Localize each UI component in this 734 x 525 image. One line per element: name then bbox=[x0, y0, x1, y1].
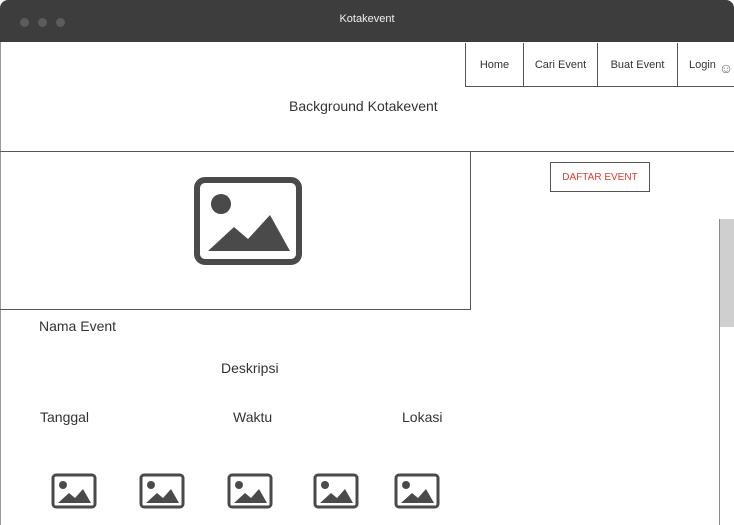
event-location: Lokasi bbox=[402, 409, 443, 425]
gallery-thumbnail-5[interactable] bbox=[394, 473, 440, 509]
gallery-thumbnail-1[interactable] bbox=[51, 473, 97, 509]
user-icon: ☺ bbox=[718, 59, 734, 76]
nav-home[interactable]: Home bbox=[466, 43, 524, 86]
window-title: Kotakevent bbox=[339, 13, 395, 25]
gallery-thumbnail-2[interactable] bbox=[139, 473, 185, 509]
image-placeholder-icon bbox=[194, 177, 302, 265]
event-time: Waktu bbox=[233, 409, 273, 425]
daftar-event-button[interactable]: DAFTAR EVENT bbox=[550, 162, 650, 192]
nav-cari-event[interactable]: Cari Event bbox=[524, 43, 598, 86]
nav-buat-event-label: Buat Event bbox=[610, 58, 665, 71]
scrollbar-thumb[interactable] bbox=[720, 219, 734, 327]
daftar-event-label: DAFTAR EVENT bbox=[562, 171, 638, 183]
gallery-thumbnail-3[interactable] bbox=[227, 473, 273, 509]
window-titlebar: Kotakevent bbox=[0, 0, 734, 42]
nav-cari-event-label: Cari Event bbox=[534, 58, 587, 71]
nav-login-label: Login bbox=[689, 58, 716, 71]
top-nav: Home Cari Event Buat Event Login ☺ bbox=[465, 43, 734, 87]
header-background-label: Background Kotakevent bbox=[289, 98, 438, 114]
event-name: Nama Event bbox=[39, 318, 117, 334]
event-description: Deskripsi bbox=[221, 360, 279, 376]
nav-login[interactable]: Login ☺ bbox=[678, 43, 734, 86]
event-date: Tanggal bbox=[40, 409, 90, 425]
gallery-thumbnail-4[interactable] bbox=[313, 473, 359, 509]
nav-buat-event[interactable]: Buat Event bbox=[598, 43, 678, 86]
nav-home-label: Home bbox=[479, 58, 510, 71]
